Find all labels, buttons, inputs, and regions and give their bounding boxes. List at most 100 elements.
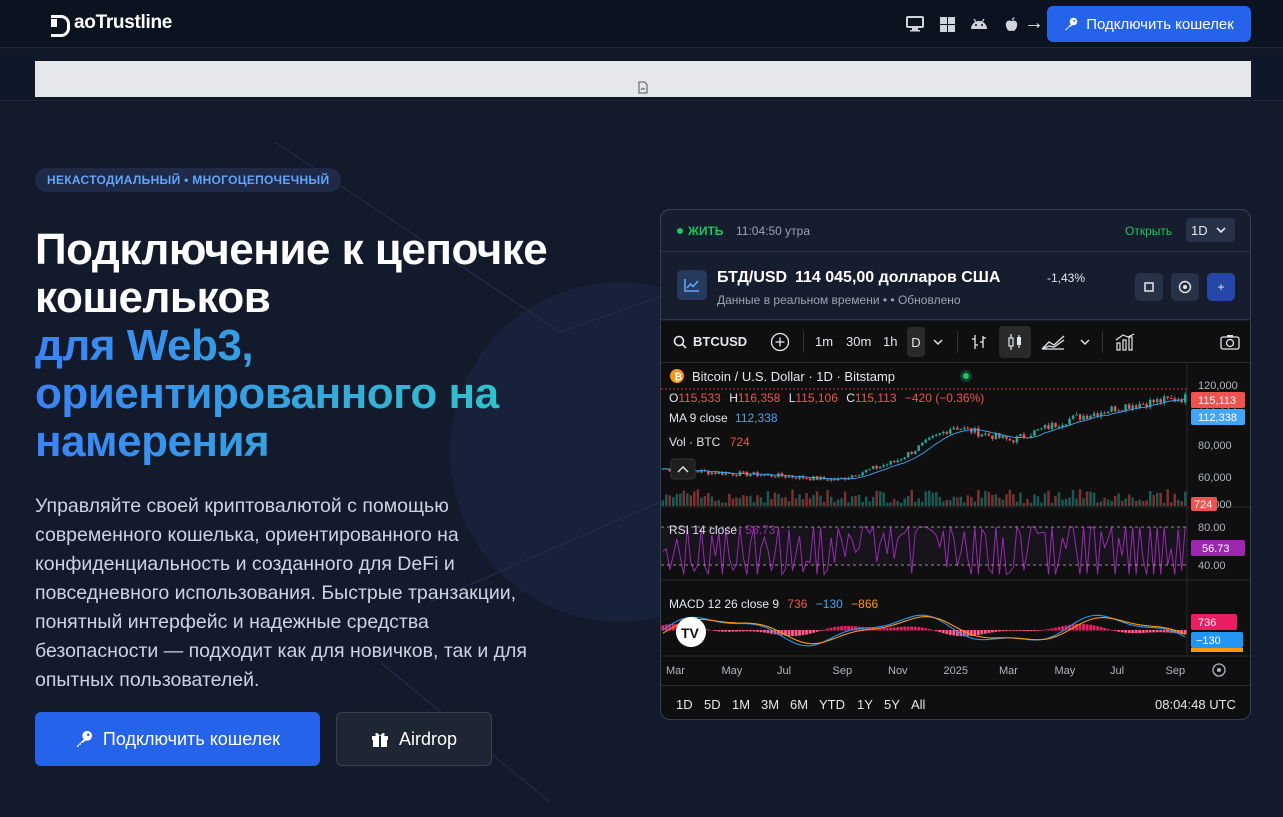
macd-histogram-bar (1019, 630, 1022, 631)
macd-histogram-bar (941, 630, 945, 634)
range-ytd[interactable]: YTD (819, 697, 845, 712)
chart-type-dropdown[interactable] (1074, 331, 1096, 353)
macd-pane (661, 614, 1187, 647)
symbol-search[interactable]: BTCUSD (673, 334, 747, 349)
open-link[interactable]: Открыть (1125, 224, 1172, 238)
fullscreen-button[interactable] (1135, 273, 1163, 301)
candle-body (931, 436, 934, 438)
volume-bar (935, 492, 938, 506)
candle-body (917, 445, 920, 451)
volume-bar (1012, 494, 1015, 506)
candle-body (973, 428, 977, 433)
interval-dropdown[interactable] (927, 331, 949, 353)
range-all[interactable]: All (911, 697, 925, 712)
candle-body (1047, 425, 1050, 429)
candle-body (1169, 398, 1173, 400)
macd-histogram-bar (997, 630, 1001, 632)
android-icon[interactable] (969, 14, 989, 34)
connect-wallet-button[interactable]: Подключить кошелек (1047, 6, 1251, 42)
target-button[interactable] (1171, 273, 1199, 301)
timeframe-select[interactable]: 1D (1186, 218, 1235, 242)
interval-d[interactable]: D (907, 327, 925, 357)
range-6m[interactable]: 6M (790, 697, 808, 712)
candle-body (956, 427, 959, 430)
compare-symbol-button[interactable] (769, 331, 791, 353)
macd-histogram-bar (913, 626, 917, 631)
interval-1h[interactable]: 1h (883, 334, 897, 349)
time-axis-label: Mar (999, 665, 1018, 677)
macd-histogram-bar (987, 630, 991, 634)
volume-bar (998, 497, 1001, 506)
volume-bar (1145, 500, 1148, 506)
macd-histogram-bar (727, 630, 731, 632)
candle-body (1043, 425, 1047, 429)
ticker-summary: БТД/USD 114 045,00 долларов США -1,43% Д… (661, 253, 1250, 320)
macd-histogram-bar (1117, 630, 1121, 632)
gift-icon (371, 732, 388, 747)
add-circle-icon (770, 332, 790, 352)
candle-body (987, 433, 991, 436)
candle-body (794, 477, 798, 479)
hero-title-line1: Подключение к цепочке (35, 225, 548, 274)
range-1d[interactable]: 1D (676, 697, 693, 712)
price-chart-canvas[interactable]: ₿ Bitcoin / U.S. Dollar · 1D · Bitstamp … (661, 364, 1250, 684)
interval-30m[interactable]: 30m (846, 334, 871, 349)
top-navbar: aoTrustline → Подключить кошелек (0, 0, 1283, 48)
platform-links (905, 14, 1021, 34)
candle-body (935, 434, 938, 437)
macd-histogram-bar (854, 626, 858, 631)
logo[interactable]: aoTrustline (50, 12, 172, 37)
macd-histogram-bar (927, 628, 931, 631)
volume-bar (675, 493, 679, 506)
range-3m[interactable]: 3M (761, 697, 779, 712)
range-5d[interactable]: 5D (704, 697, 721, 712)
volume-bar (1075, 498, 1078, 506)
hero-connect-wallet-button[interactable]: Подключить кошелек (35, 712, 320, 766)
volume-bar (801, 499, 805, 506)
macd-histogram-bar (906, 626, 910, 631)
snapshot-button[interactable] (1219, 331, 1241, 353)
add-button[interactable]: + (1207, 273, 1235, 301)
candles-style-button[interactable] (999, 326, 1031, 358)
macd-histogram-bar (710, 629, 714, 631)
candle-body (984, 433, 987, 435)
price-value: 114 045,00 долларов США (795, 269, 1001, 286)
interval-1m[interactable]: 1m (815, 334, 833, 349)
candle-body (1019, 434, 1022, 437)
candle-body (826, 479, 829, 481)
candle-body (991, 435, 994, 439)
indicator-templates-button[interactable] (1114, 331, 1136, 353)
macd-histogram-bar (1141, 630, 1145, 633)
symbol-label: BTCUSD (693, 334, 748, 349)
macd-histogram-bar (829, 627, 833, 631)
volume-bar (945, 499, 949, 506)
airdrop-label: Airdrop (398, 728, 458, 749)
candle-body (784, 476, 787, 478)
apple-icon[interactable] (1001, 14, 1021, 34)
candle-body (1159, 399, 1162, 403)
candle-body (1068, 418, 1071, 425)
volume-bar (822, 501, 826, 506)
range-5y[interactable]: 5Y (884, 697, 900, 712)
volume-bar (777, 494, 780, 506)
range-1m[interactable]: 1M (732, 697, 750, 712)
volume-bar (745, 496, 749, 506)
volume-bar (661, 500, 664, 506)
macd-histogram-bar (1054, 627, 1057, 631)
tradingview-chart[interactable]: BTCUSD 1m 30m 1h D ₿ Bitcoin / U.S. Doll… (661, 321, 1250, 719)
indicators-button[interactable] (1040, 331, 1066, 353)
candle-body (1110, 406, 1113, 412)
candle-body (1106, 411, 1110, 414)
volume-bar (1043, 493, 1047, 506)
volume-bar (1113, 496, 1117, 506)
windows-icon[interactable] (937, 14, 957, 34)
hero-connect-wallet-label: Подключить кошелек (102, 728, 281, 749)
macd-histogram-bar (812, 630, 815, 633)
airdrop-button[interactable]: Airdrop (336, 712, 492, 766)
desktop-icon[interactable] (905, 14, 925, 34)
rsi-label-80: 80.00 (1198, 522, 1226, 534)
y-label-80k: 80,000 (1198, 440, 1232, 452)
volume-bar (843, 491, 847, 506)
bars-style-button[interactable] (968, 331, 990, 353)
range-1y[interactable]: 1Y (857, 697, 873, 712)
